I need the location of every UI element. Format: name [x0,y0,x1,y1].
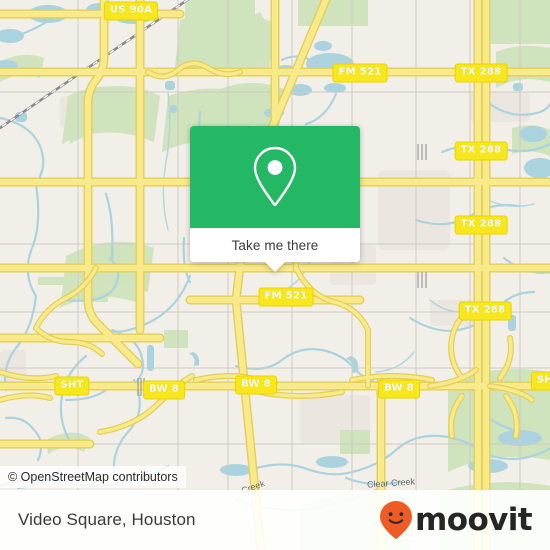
road-shield-tx-288[interactable]: TX 288 [454,63,508,83]
moovit-logo[interactable]: moovit [379,500,533,540]
road-shield-fm-521[interactable]: FM 521 [332,63,388,83]
road-shield-bw-8[interactable]: BW 8 [143,380,185,400]
map-screenshot-root: US 90A FM 521 TX 288 TX 288 TX 288 FM 52… [0,0,550,550]
map-pin-icon [253,146,297,207]
road-shield-tx-288[interactable]: TX 288 [458,301,512,321]
moovit-wordmark: moovit [415,501,533,538]
road-shield-fm-521[interactable]: FM 521 [258,287,314,307]
road-shield-tx-288[interactable]: TX 288 [454,141,508,161]
moovit-smiley-pin-icon [380,501,413,539]
road-shield-bw-8[interactable]: BW 8 [235,375,277,395]
popup-card-tail [264,261,286,272]
road-shield-us-90a[interactable]: US 90A [103,1,159,21]
location-title: Video Square, Houston [18,510,196,529]
road-shield-tx-288[interactable]: TX 288 [454,215,508,235]
popup-card-image [190,126,360,228]
popup-card-body: Take me there [190,126,360,262]
road-shield-sh[interactable]: SH [530,371,550,391]
road-shield-bw-8[interactable]: BW 8 [378,379,420,399]
location-popup-card[interactable]: Take me there [190,126,360,272]
road-shield-sht[interactable]: SHT [54,376,90,396]
footer-bar: Video Square, Houston moovit [0,490,550,550]
popup-card-caption[interactable]: Take me there [190,228,360,262]
map-attribution[interactable]: © OpenStreetMap contributors [0,466,186,488]
